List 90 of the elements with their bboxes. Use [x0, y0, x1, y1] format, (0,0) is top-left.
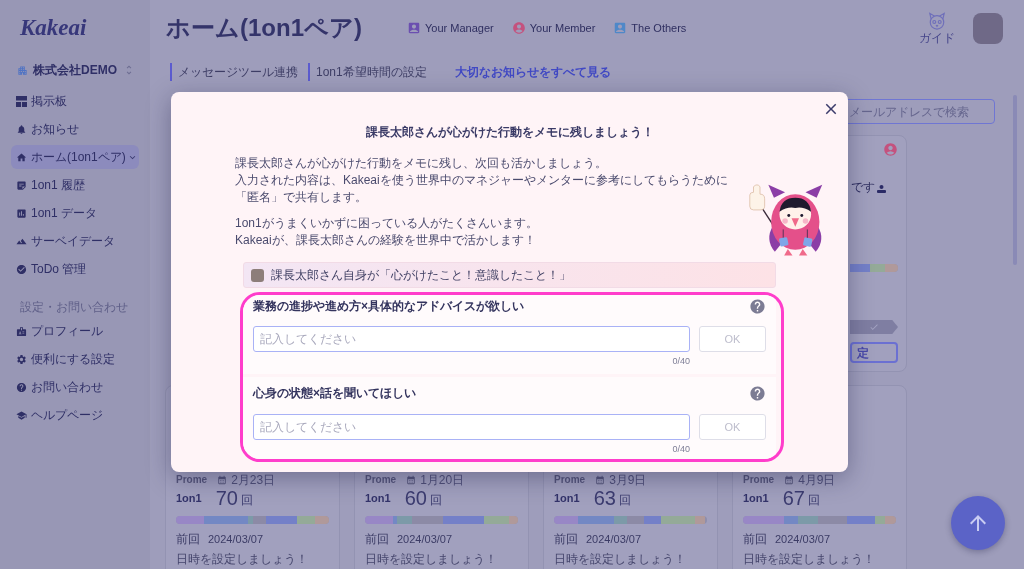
- bell-icon: [16, 123, 27, 135]
- text-input[interactable]: 記入してください: [253, 326, 690, 352]
- dialog-title: 課長太郎さんが心がけた行動をメモに残しましょう！: [365, 124, 654, 141]
- previous-label: 前回: [554, 532, 578, 546]
- previous-date: 2024/03/07: [775, 532, 831, 546]
- notices-link[interactable]: 大切なお知らせをすべて見る: [454, 63, 611, 81]
- count-value: 67: [782, 489, 805, 507]
- previous-label: 前回: [365, 532, 389, 546]
- help-icon: [16, 381, 27, 393]
- previous-label: 前回: [176, 532, 200, 546]
- count-label: 1on1: [365, 491, 391, 505]
- banner-text: 課長太郎さん自身が「心がけたこと！意識したこと！」: [271, 267, 571, 283]
- source-label: Prome: [176, 474, 208, 486]
- legend-label: Your Member: [529, 20, 596, 36]
- page-title: ホーム(1on1ペア): [166, 13, 362, 43]
- sidebar-item[interactable]: 掲示板: [11, 89, 139, 113]
- sidebar-item[interactable]: 1on1 データ: [11, 201, 139, 225]
- date-text: 1月20日: [420, 474, 465, 486]
- schedule-button[interactable]: 定: [850, 342, 898, 363]
- calendar-icon: [406, 475, 417, 485]
- sidebar-item[interactable]: お知らせ: [11, 117, 139, 141]
- count-unit: 回: [429, 494, 442, 506]
- source-label: Prome: [365, 474, 397, 486]
- count-label: 1on1: [743, 491, 769, 505]
- intro-text: 入力された内容は、Kakeaiを使う世界中のマネジャーやメンターに参考にしてもらうために: [235, 172, 728, 189]
- sidebar-item[interactable]: ホーム(1on1ペア): [11, 145, 139, 169]
- sidebar-item[interactable]: プロフィール: [11, 319, 139, 343]
- intro-text: 課長太郎さんが心がけた行動をメモに残し、次回も活かしましょう。: [235, 155, 607, 172]
- subnav-link[interactable]: 1on1希望時間の設定: [308, 63, 427, 81]
- count-label: 1on1: [176, 491, 202, 505]
- char-counter: 0/40: [672, 444, 690, 454]
- previous-label: 前回: [743, 532, 767, 546]
- legend-label: The Others: [631, 20, 687, 36]
- calendar-icon: [595, 475, 606, 485]
- count-value: 60: [404, 489, 427, 507]
- sidebar-item[interactable]: ヘルプページ: [11, 403, 139, 427]
- legend-label: Your Manager: [425, 20, 494, 36]
- sidebar-item[interactable]: サーベイデータ: [11, 229, 139, 253]
- date-text: 4月9日: [798, 474, 836, 486]
- date-text: 2月23日: [231, 474, 276, 486]
- previous-date: 2024/03/07: [397, 532, 453, 546]
- graduation-cap-icon: [16, 409, 27, 421]
- help-icon[interactable]: [749, 297, 766, 315]
- count-value: 63: [593, 489, 616, 507]
- avatar-placeholder: [251, 268, 264, 282]
- building-icon: [17, 64, 28, 76]
- sidebar-item[interactable]: ToDo 管理: [11, 257, 139, 281]
- logo[interactable]: Kakeai: [20, 16, 87, 40]
- help-icon[interactable]: [749, 384, 766, 402]
- bar-chart-icon: [16, 207, 27, 219]
- count-value: 70: [215, 489, 238, 507]
- count-unit: 回: [240, 494, 253, 506]
- schedule-prompt: 日時を設定しましょう！: [365, 552, 497, 566]
- schedule-prompt: 日時を設定しましょう！: [743, 552, 875, 566]
- sidebar-item[interactable]: 1on1 履歴: [11, 173, 139, 197]
- check-icon: [869, 322, 879, 332]
- source-label: Prome: [554, 474, 586, 486]
- previous-date: 2024/03/07: [208, 532, 264, 546]
- question-title: 心身の状態×話を聞いてほしい: [253, 385, 416, 401]
- sidebar-item[interactable]: 便利にする設定: [11, 347, 139, 371]
- company-selector[interactable]: 株式会社DEMO: [11, 61, 139, 79]
- date-text: 3月9日: [609, 474, 647, 486]
- avatar-placeholder[interactable]: [973, 12, 1003, 44]
- sidebar-item[interactable]: お問い合わせ: [11, 375, 139, 399]
- calendar-icon: [217, 475, 228, 485]
- gear-icon: [16, 353, 27, 365]
- card-text: です: [851, 179, 875, 195]
- intro-text: 1on1がうまくいかずに困っている人がたくさんいます。: [235, 215, 538, 232]
- count-label: 1on1: [554, 491, 580, 505]
- char-counter: 0/40: [672, 356, 690, 366]
- schedule-prompt: 日時を設定しましょう！: [554, 552, 686, 566]
- count-unit: 回: [807, 494, 820, 506]
- intro-text: 「匿名」で共有します。: [235, 189, 367, 206]
- guide-button[interactable]: ガイド: [918, 11, 956, 45]
- calendar-icon: [784, 475, 795, 485]
- subnav-link[interactable]: メッセージツール連携: [170, 63, 298, 81]
- id-badge-icon: [16, 325, 27, 337]
- count-unit: 回: [618, 494, 631, 506]
- person-icon: [877, 184, 886, 193]
- cat-face-icon: [927, 11, 947, 30]
- question-title: 業務の進捗や進め方×具体的なアドバイスが欲しい: [253, 298, 524, 314]
- scroll-top-button[interactable]: [951, 496, 1005, 550]
- layout-icon: [16, 95, 27, 107]
- text-input[interactable]: 記入してください: [253, 414, 690, 440]
- home-icon: [16, 151, 27, 163]
- previous-date: 2024/03/07: [586, 532, 642, 546]
- note-icon: [16, 179, 27, 191]
- source-label: Prome: [743, 474, 775, 486]
- schedule-prompt: 日時を設定しましょう！: [176, 552, 308, 566]
- intro-text: Kakeaiが、課長太郎さんの経験を世界中で活かします！: [235, 232, 536, 249]
